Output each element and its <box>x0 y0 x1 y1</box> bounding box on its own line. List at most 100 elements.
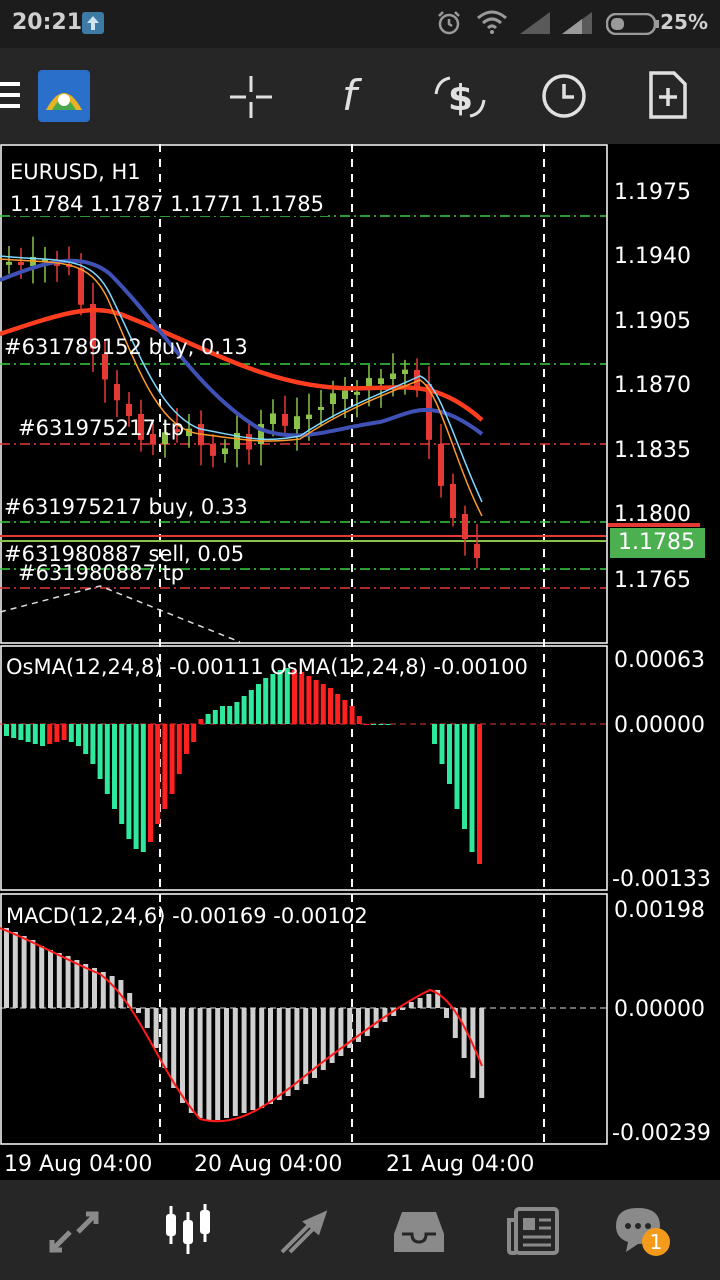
macd-bar <box>188 1008 194 1113</box>
osma-bar <box>68 724 74 742</box>
price-axis-label: 1.1975 <box>614 180 691 205</box>
indicators-f-icon[interactable]: f <box>338 70 374 122</box>
candle-body <box>210 444 216 456</box>
osma-bar <box>454 724 460 809</box>
macd-bar <box>136 1008 141 1013</box>
osma-bar <box>162 724 168 809</box>
osma-bar <box>263 678 269 724</box>
osma-bar <box>18 724 24 740</box>
macd-bar <box>92 968 97 1008</box>
osma-bar <box>299 672 305 724</box>
macd-bar <box>171 1008 177 1088</box>
macd-bar <box>259 1008 265 1108</box>
status-time: 20:21 <box>12 10 83 35</box>
osma-bar <box>439 724 445 764</box>
candle-body <box>294 416 300 429</box>
macd-bar <box>144 1008 150 1028</box>
timeframe-clock-icon[interactable] <box>540 72 588 120</box>
candle-body <box>78 268 84 305</box>
osma-bar <box>169 724 175 794</box>
osma-bar <box>371 724 377 725</box>
macd-bar <box>83 964 89 1008</box>
osma-bar <box>119 724 125 824</box>
time-axis-label: 21 Aug 04:00 <box>386 1152 535 1177</box>
status-bar: 20:21 25% <box>0 0 720 48</box>
macd-bar <box>4 928 9 1008</box>
osma-bar <box>248 690 254 724</box>
price-axis-label: 1.1870 <box>614 373 691 398</box>
candle-body <box>474 544 480 558</box>
metatrader-logo-icon[interactable] <box>38 70 90 122</box>
macd-bar <box>285 1008 291 1096</box>
macd-bar <box>197 1008 203 1118</box>
osma-bar <box>133 724 139 849</box>
macd-title: MACD(12,24,6) -0.00169 -0.00102 <box>6 904 368 928</box>
order-label[interactable]: #631789152 buy, 0.13 <box>4 335 248 359</box>
osma-bar <box>32 724 38 744</box>
macd-bar <box>65 956 71 1008</box>
candle-body <box>282 414 288 426</box>
candle-body <box>246 434 252 450</box>
macd-bar <box>268 1008 273 1104</box>
macd-bar <box>461 1008 467 1058</box>
signal-icon <box>562 12 592 34</box>
svg-text:$: $ <box>448 78 473 119</box>
news-icon[interactable] <box>506 1206 560 1256</box>
osma-bar <box>335 694 341 724</box>
candle-body <box>18 262 24 265</box>
macd-bar <box>74 960 80 1008</box>
trade-icon[interactable] <box>278 1208 330 1256</box>
trade-icon[interactable]: $ <box>432 72 488 122</box>
alarm-icon <box>438 11 460 35</box>
osma-bar <box>191 724 197 742</box>
chart-symbol: EURUSD, H1 <box>10 160 141 184</box>
osma-bar <box>104 724 110 794</box>
osma-bar <box>155 724 161 824</box>
order-label[interactable]: #631975217 buy, 0.33 <box>4 495 248 519</box>
crosshair-icon[interactable] <box>228 74 274 120</box>
macd-bar <box>224 1008 229 1118</box>
messages-icon[interactable]: 1 <box>612 1204 678 1262</box>
macd-bar <box>444 1008 449 1018</box>
osma-bar <box>25 724 31 742</box>
macd-bar <box>294 1008 300 1090</box>
order-label[interactable]: #631975217 tp <box>18 416 184 440</box>
macd-bar <box>400 1008 405 1010</box>
quotes-icon[interactable] <box>48 1208 100 1256</box>
macd-bar <box>250 1008 256 1110</box>
new-order-icon[interactable] <box>648 70 688 120</box>
osma-bar <box>61 724 67 740</box>
macd-bar <box>162 1008 168 1068</box>
osma-title: OsMA(12,24,8) -0.00111 OsMA(12,24,8) -0.… <box>6 655 528 679</box>
chart-area[interactable]: EURUSD, H1 1.1784 1.1787 1.1771 1.1785 #… <box>0 144 720 1180</box>
macd-bar <box>479 1008 485 1098</box>
macd-bar <box>153 1008 159 1048</box>
osma-bar <box>90 724 96 764</box>
osma-bar <box>11 724 17 738</box>
osma-axis-label: 0.00000 <box>614 713 705 738</box>
osma-bar <box>447 724 452 784</box>
upload-notification-icon <box>82 12 104 34</box>
osma-bar <box>140 724 146 852</box>
osma-bar <box>126 724 132 839</box>
history-icon[interactable] <box>392 1208 446 1254</box>
candle-body <box>450 484 456 518</box>
charts-icon[interactable] <box>160 1204 216 1256</box>
macd-axis-label: 0.00000 <box>614 997 705 1022</box>
candle-body <box>438 444 444 486</box>
svg-text:f: f <box>342 71 363 120</box>
macd-bar <box>180 1008 185 1103</box>
osma-bar <box>4 724 9 736</box>
osma-bar <box>385 724 391 725</box>
order-label[interactable]: #631980887 tp <box>18 561 184 585</box>
macd-bar <box>215 1008 221 1120</box>
osma-bar <box>364 724 369 725</box>
osma-bar <box>462 724 467 829</box>
menu-icon[interactable] <box>0 80 22 110</box>
osma-bar <box>241 696 247 724</box>
osma-bar <box>54 724 60 742</box>
osma-bar <box>306 676 312 724</box>
price-axis-label: 1.1905 <box>614 309 691 334</box>
candle-body <box>342 390 348 399</box>
macd-bar <box>48 950 53 1008</box>
